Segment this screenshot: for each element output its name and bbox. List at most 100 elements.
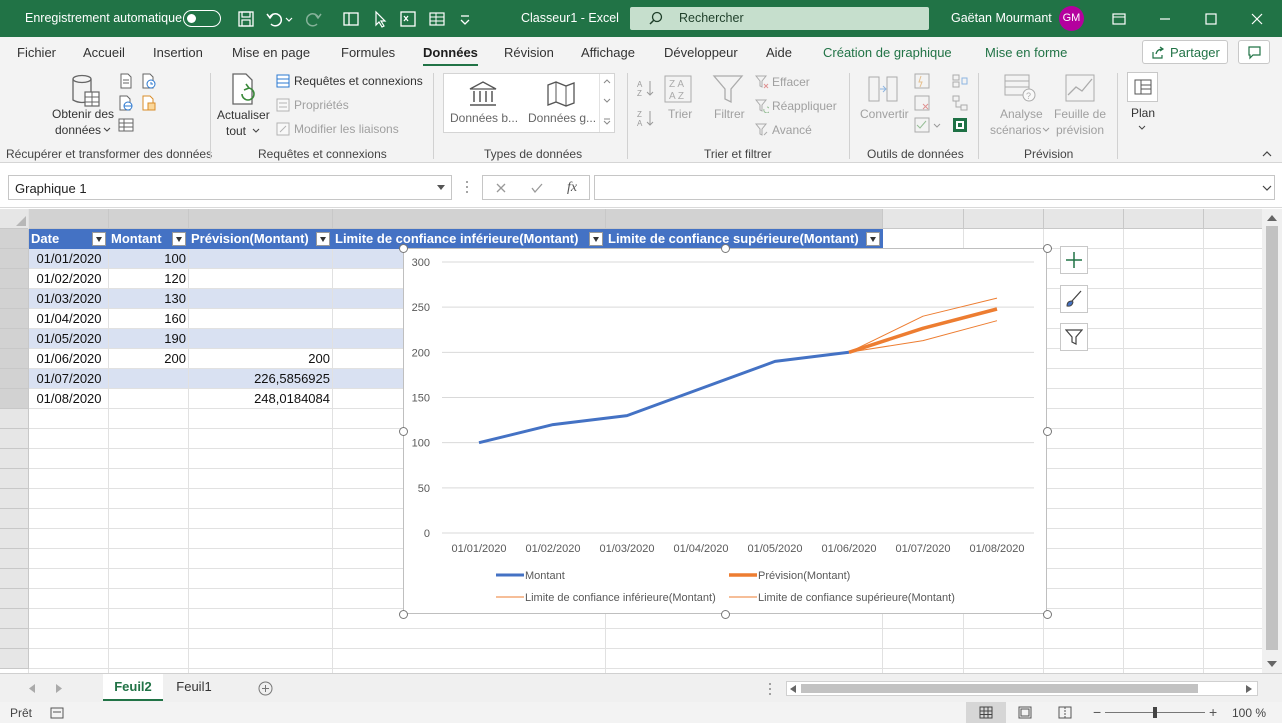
column-header[interactable] [883,209,964,229]
scroll-up-icon[interactable] [1267,214,1277,221]
scroll-left-icon[interactable] [790,685,796,693]
row-header[interactable] [0,629,29,649]
existing-connections-icon[interactable] [141,95,157,111]
hscroll-thumb[interactable] [801,684,1198,693]
add-sheet-icon[interactable] [258,681,273,696]
relationships-icon[interactable] [952,95,968,111]
row-header[interactable] [0,449,29,469]
stocks-button[interactable]: Données b... [450,111,518,125]
tab-mise-en-page[interactable]: Mise en page [232,45,310,60]
properties-button[interactable]: Propriétés [294,98,349,112]
table-cell-amount[interactable]: 160 [109,309,189,329]
row-header[interactable] [0,489,29,509]
scroll-thumb[interactable] [1266,226,1278,650]
tab-creation-graphique[interactable]: Création de graphique [823,45,952,60]
sort-az-icon[interactable]: AZ [637,79,655,97]
column-header[interactable] [109,209,189,229]
tab-accueil[interactable]: Accueil [83,45,125,60]
forecast-label-2[interactable]: prévision [1056,123,1104,137]
edit-links-button[interactable]: Modifier les liaisons [294,122,399,136]
sheet-tab-feuil1[interactable]: Feuil1 [165,674,223,701]
avatar[interactable]: GM [1059,6,1084,31]
table-header-cell[interactable]: Montant [109,229,189,249]
from-web-icon[interactable] [118,95,134,111]
geography-button[interactable]: Données g... [528,111,596,125]
scroll-right-icon[interactable] [1246,685,1252,693]
tab-developpeur[interactable]: Développeur [664,45,738,60]
column-header[interactable] [1044,209,1124,229]
table-cell-date[interactable]: 01/03/2020 [29,289,109,309]
filter-dropdown-icon[interactable] [92,232,106,246]
row-header[interactable] [0,649,29,669]
sort-button[interactable]: Trier [668,107,692,121]
scroll-down-icon[interactable] [1267,661,1277,668]
row-header[interactable] [0,409,29,429]
consolidate-icon[interactable] [952,73,968,89]
share-button[interactable]: Partager [1142,40,1228,64]
customize-qat-icon[interactable] [455,9,475,29]
chevron-down-icon[interactable] [437,185,445,191]
table-cell-amount[interactable]: 190 [109,329,189,349]
convert-button[interactable]: Convertir [860,107,909,121]
table-cell-forecast[interactable]: 248,0184084 [189,389,333,409]
zoom-slider-thumb[interactable] [1153,707,1157,718]
table-cell-amount[interactable]: 100 [109,249,189,269]
flash-fill-icon[interactable] [914,73,930,89]
get-data-icon[interactable] [69,72,103,110]
table-cell-forecast[interactable]: 226,5856925 [189,369,333,389]
resize-handle[interactable] [398,609,408,619]
maximize-icon[interactable] [1202,10,1220,28]
table-cell-forecast[interactable]: 200 [189,349,333,369]
undo-dropdown-icon[interactable] [284,9,294,29]
from-text-icon[interactable] [118,73,134,89]
line-chart[interactable]: 0 50 100 150 200 250 300 01/01/2020 01/02/2020 01… [404,249,1048,615]
chart-filters-button[interactable] [1060,323,1088,351]
column-header[interactable] [606,209,883,229]
cancel-icon[interactable] [495,182,507,194]
what-if-label-2[interactable]: scénarios [990,123,1041,137]
prev-sheet-icon[interactable] [28,684,36,693]
page-break-icon[interactable] [1058,706,1072,719]
accessibility-icon[interactable] [50,707,64,719]
page-layout-icon[interactable] [1018,706,1032,719]
undo-icon[interactable] [264,9,284,29]
table-cell-date[interactable]: 01/08/2020 [29,389,109,409]
row-header[interactable] [0,569,29,589]
select-all-corner[interactable] [0,209,29,229]
tab-formules[interactable]: Formules [341,45,395,60]
row-header[interactable] [0,289,29,309]
stocks-icon[interactable] [467,80,499,108]
refresh-all-icon[interactable] [228,72,262,108]
filter-dropdown-icon[interactable] [866,232,880,246]
column-header[interactable] [333,209,606,229]
horizontal-scrollbar[interactable] [786,681,1258,696]
excel-data-icon[interactable] [398,9,418,29]
filter-dropdown-icon[interactable] [589,232,603,246]
user-name[interactable]: Gaëtan Mourmant [951,11,1052,25]
resize-handle[interactable] [398,243,408,253]
comments-button[interactable] [1238,40,1270,64]
next-sheet-icon[interactable] [55,684,63,693]
forecast-sheet-icon[interactable] [1064,73,1096,103]
row-header[interactable] [0,369,29,389]
row-header[interactable] [0,429,29,449]
chevron-down-icon[interactable] [603,98,611,104]
chart-elements-button[interactable] [1060,246,1088,274]
data-model-icon[interactable] [952,117,968,133]
sort-za-icon[interactable]: ZA [637,109,655,127]
vertical-scrollbar[interactable] [1262,209,1282,673]
table-cell-date[interactable]: 01/01/2020 [29,249,109,269]
row-header[interactable] [0,349,29,369]
forecast-label-1[interactable]: Feuille de [1054,107,1106,121]
row-header[interactable] [0,329,29,349]
tab-affichage[interactable]: Affichage [581,45,635,60]
expand-formula-icon[interactable] [1262,185,1272,192]
what-if-label-1[interactable]: Analyse [1000,107,1043,121]
column-header[interactable] [1124,209,1204,229]
table-cell-date[interactable]: 01/05/2020 [29,329,109,349]
table-cell-amount[interactable]: 200 [109,349,189,369]
save-icon[interactable] [236,9,256,29]
close-icon[interactable] [1248,10,1266,28]
outline-label[interactable]: Plan [1131,106,1155,120]
resize-handle[interactable] [720,609,730,619]
